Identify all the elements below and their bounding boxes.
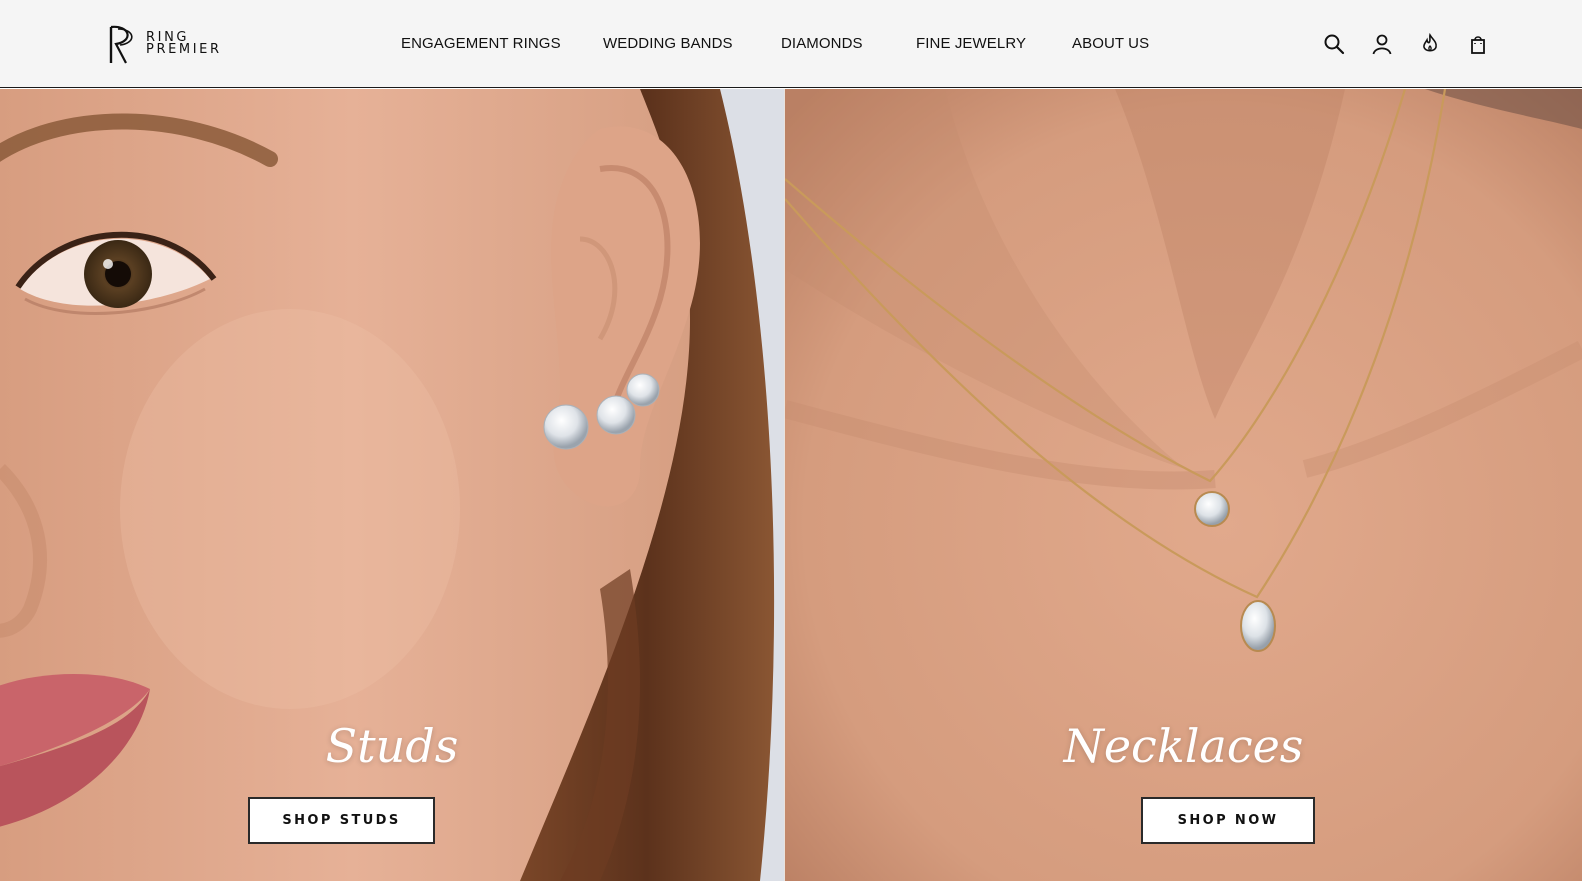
flame-icon[interactable] <box>1418 32 1442 56</box>
site-header: RING PREMIER ENGAGEMENT RINGS WEDDING BA… <box>0 0 1582 88</box>
account-icon[interactable] <box>1370 32 1394 56</box>
shop-studs-button[interactable]: SHOP STUDS <box>248 797 435 844</box>
nav-item-wedding-bands[interactable]: WEDDING BANDS <box>603 35 733 52</box>
shopping-bag-icon[interactable] <box>1466 32 1490 56</box>
necklaces-promo-panel[interactable]: Necklaces SHOP NOW <box>785 89 1582 881</box>
nav-item-about-us[interactable]: ABOUT US <box>1072 35 1149 52</box>
nav-item-engagement-rings[interactable]: ENGAGEMENT RINGS <box>401 35 561 52</box>
shop-now-button[interactable]: SHOP NOW <box>1141 797 1315 844</box>
nav-item-diamonds[interactable]: DIAMONDS <box>781 35 863 52</box>
necklaces-title: Necklaces <box>1063 719 1304 773</box>
page-bottom-strip <box>0 881 1582 890</box>
studs-promo-panel[interactable]: Studs SHOP STUDS <box>0 89 784 881</box>
nav-item-fine-jewelry[interactable]: FINE JEWELRY <box>916 35 1026 52</box>
studs-title: Studs <box>325 719 459 773</box>
search-icon[interactable] <box>1322 32 1346 56</box>
